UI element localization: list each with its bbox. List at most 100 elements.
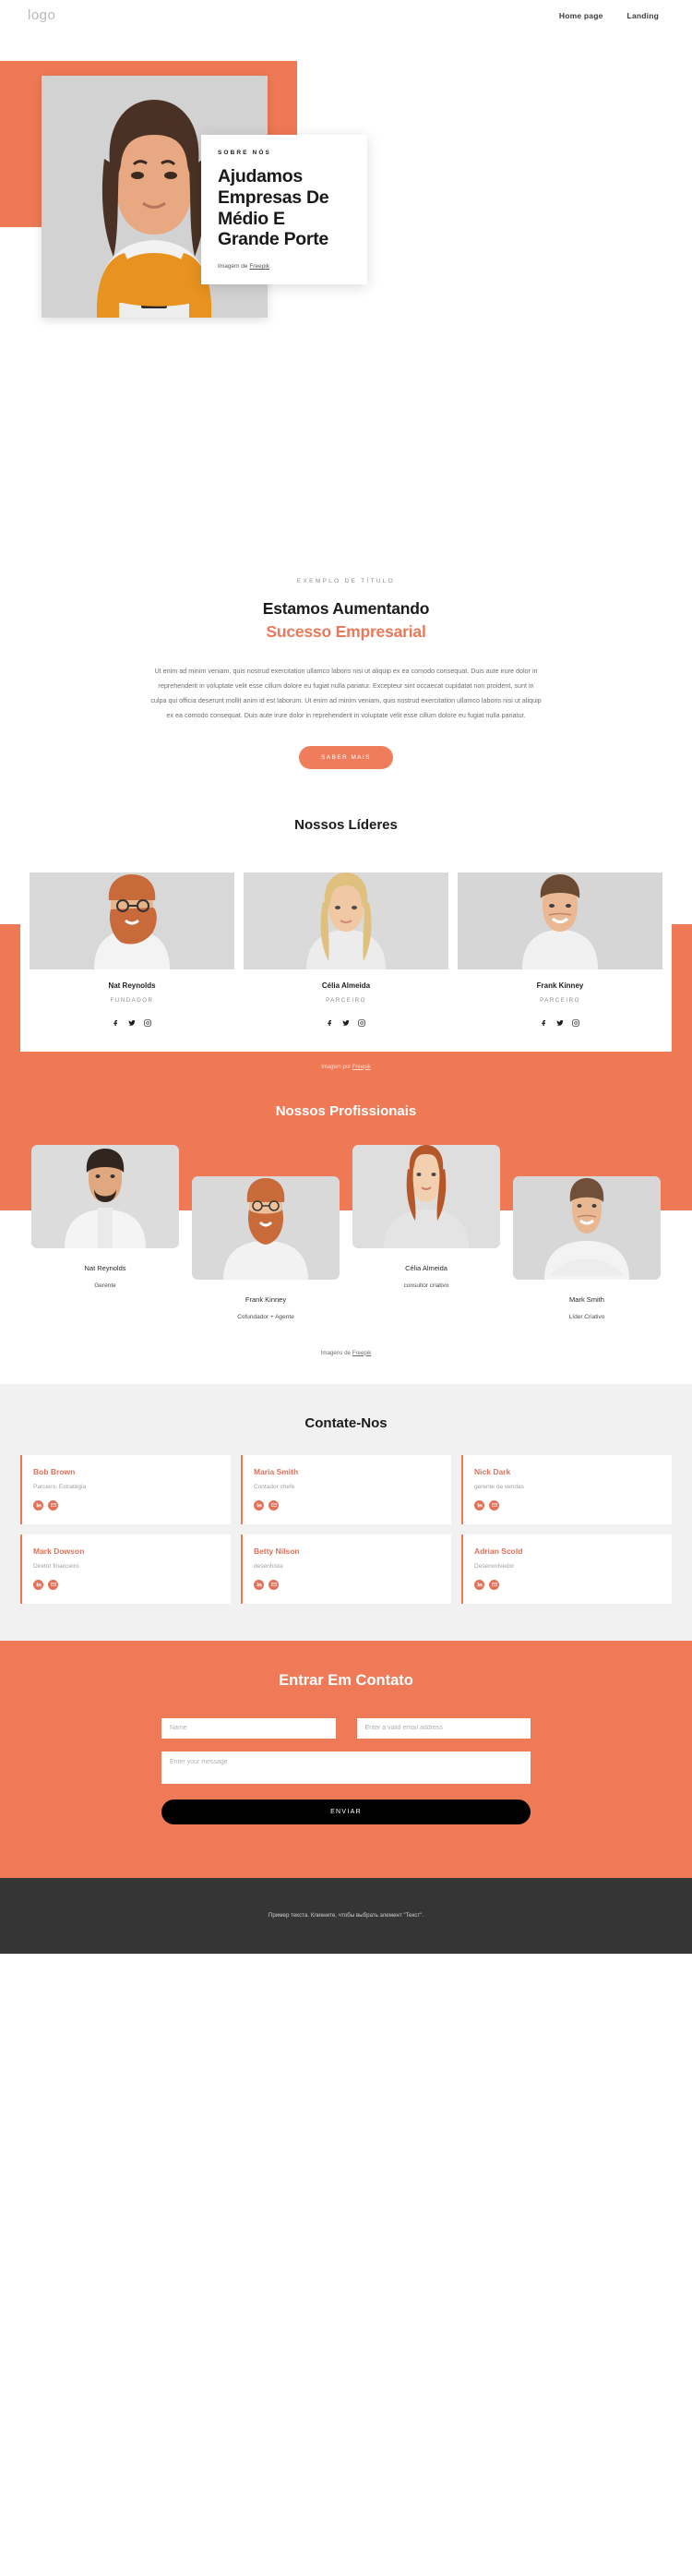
message-textarea[interactable] [161,1751,531,1784]
contact-card-role: Parceiro, Estratégia [33,1483,87,1490]
contact-card-role: Desenvolvedor [474,1562,515,1570]
main-nav: Home page Landing [559,11,659,20]
contact-card[interactable]: Mark Dowson Diretor financeiro [20,1534,231,1604]
leader-role: PARCEIRO [326,996,366,1004]
leader-socials [244,1015,448,1031]
nav-item-home-page[interactable]: Home page [559,11,603,20]
professional-card: Célia Almeida consultor criativo [352,1144,500,1320]
contact-card-socials [474,1499,661,1511]
email-input[interactable] [356,1717,531,1739]
linkedin-icon[interactable] [254,1499,264,1511]
nav-item-landing[interactable]: Landing [627,11,659,20]
instagram-icon[interactable] [144,1015,151,1031]
email-icon[interactable] [48,1499,58,1511]
professionals-title: Nossos Profissionais [275,1102,417,1119]
professional-name: Nat Reynolds [84,1263,126,1272]
leaders-card-row: Nat Reynolds FUNDADOR Célia Almeida PARC… [20,855,672,1052]
hero-section: SOBRE NÓS Ajudamos Empresas De Médio E G… [0,30,692,571]
name-input[interactable] [161,1717,336,1739]
email-icon[interactable] [268,1579,279,1590]
logo[interactable]: logo [28,7,55,23]
enviar-button[interactable]: ENVIAR [161,1799,531,1824]
instagram-icon[interactable] [572,1015,579,1031]
facebook-icon[interactable] [541,1015,548,1031]
growth-paragraph: Ut enim ad minim veniam, quis nostrud ex… [150,666,542,720]
professional-role: Líder Criativo [568,1313,605,1320]
hero-credit-link[interactable]: Freepik [249,263,269,270]
twitter-icon[interactable] [556,1015,564,1031]
contact-card[interactable]: Maria Smith Contador chefe [241,1454,451,1524]
leaders-section: Nossos Líderes Nat Reynolds FUNDADOR Cél… [0,817,692,1135]
contact-card[interactable]: Betty Nilson desenhista [241,1534,451,1604]
email-icon[interactable] [489,1579,499,1590]
contact-card-name: Maria Smith [254,1466,299,1476]
contact-card[interactable]: Adrian Scold Desenvolvedor [461,1534,672,1604]
contact-card-role: desenhista [254,1562,283,1570]
leader-socials [30,1015,234,1031]
linkedin-icon[interactable] [33,1579,43,1590]
hero-card: SOBRE NÓS Ajudamos Empresas De Médio E G… [201,135,367,285]
leader-name: Célia Almeida [321,981,371,990]
professional-role: Gerente [94,1282,116,1289]
professional-name: Célia Almeida [405,1263,447,1272]
leader-photo [458,872,662,969]
contact-card-role: gerente de vendas [474,1483,524,1490]
facebook-icon[interactable] [113,1015,120,1031]
professional-photo [192,1175,340,1280]
professional-photo [31,1144,179,1248]
footer-text: Пример текста. Кликните, чтобы выбрать э… [268,1912,424,1919]
professional-role: consultor criativo [403,1282,449,1289]
email-icon[interactable] [268,1499,279,1511]
professional-card: Mark Smith Líder Criativo [513,1175,661,1320]
contact-card[interactable]: Nick Dark gerente de vendas [461,1454,672,1524]
leader-role: FUNDADOR [110,996,154,1004]
professionals-grid: Nat Reynolds Gerente Frank Kinney Cofund… [0,1144,692,1320]
professional-photo [352,1144,500,1248]
twitter-icon[interactable] [342,1015,350,1031]
landing-page: logo Home page Landing SOBRE NÓS Ajudamo… [0,0,692,1954]
linkedin-icon[interactable] [474,1499,484,1511]
email-icon[interactable] [48,1579,58,1590]
contact-card-name: Bob Brown [33,1466,76,1476]
site-header: logo Home page Landing [0,0,692,30]
leader-card: Nat Reynolds FUNDADOR [30,872,234,1031]
leaders-credit-link[interactable]: Freepik [352,1065,371,1070]
leader-card: Célia Almeida PARCEIRO [244,872,448,1031]
growth-eyebrow: EXEMPLO DE TÍTULO [296,578,396,584]
contact-card-name: Adrian Scold [474,1546,523,1556]
site-footer: Пример текста. Кликните, чтобы выбрать э… [0,1877,692,1954]
instagram-icon[interactable] [358,1015,365,1031]
professionals-credit-link[interactable]: Freepik [352,1350,372,1356]
professionals-credit-prefix: Imagens de [320,1349,352,1356]
contact-card[interactable]: Bob Brown Parceiro, Estratégia [20,1454,231,1524]
professional-card: Frank Kinney Cofundador + Agente [192,1175,340,1320]
leader-card: Frank Kinney PARCEIRO [458,872,662,1031]
saber-mais-button[interactable]: SABER MAIS [299,745,393,769]
contact-card-socials [254,1579,440,1590]
professionals-image-credit: Imagens de Freepik [0,1350,692,1356]
professionals-section: Nossos Profissionais Nat Reynolds Gerent… [0,1069,692,1356]
leader-photo [244,872,448,969]
growth-title-line2: Sucesso Empresarial [266,621,426,641]
leaders-credit-prefix: Imagem por [321,1064,352,1070]
leader-socials [458,1015,662,1031]
contact-title: Contate-Nos [304,1414,388,1431]
linkedin-icon[interactable] [254,1579,264,1590]
contact-section: Contate-Nos Bob Brown Parceiro, Estratég… [0,1383,692,1641]
leader-name: Frank Kinney [536,981,584,990]
contact-card-role: Diretor financeiro [33,1562,79,1570]
leader-photo [30,872,234,969]
facebook-icon[interactable] [327,1015,334,1031]
linkedin-icon[interactable] [474,1579,484,1590]
email-icon[interactable] [489,1499,499,1511]
leader-name: Nat Reynolds [108,981,156,990]
contact-card-role: Contador chefe [254,1483,295,1490]
contact-card-socials [33,1499,220,1511]
growth-title-line1: Estamos Aumentando [262,599,430,618]
linkedin-icon[interactable] [33,1499,43,1511]
growth-title: Estamos Aumentando Sucesso Empresarial [0,597,692,644]
leader-role: PARCEIRO [540,996,580,1004]
contact-card-socials [254,1499,440,1511]
growth-section: EXEMPLO DE TÍTULO Estamos Aumentando Suc… [0,571,692,769]
twitter-icon[interactable] [128,1015,136,1031]
